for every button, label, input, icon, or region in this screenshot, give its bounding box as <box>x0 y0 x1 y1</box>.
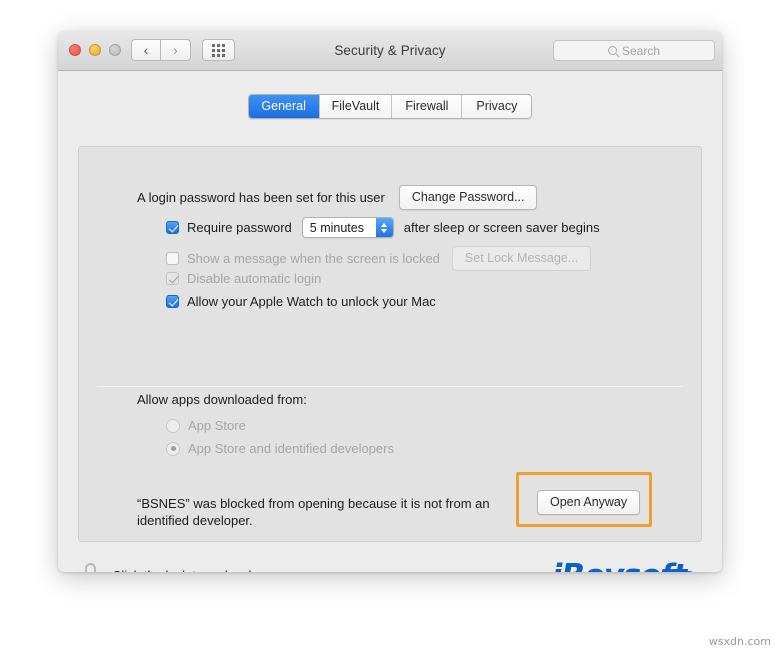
app-store-label: App Store <box>188 418 246 433</box>
disable-auto-login-row: Disable automatic login <box>166 271 321 286</box>
gatekeeper-option-identified-developers[interactable]: App Store and identified developers <box>166 441 394 456</box>
padlock-closed-icon[interactable] <box>80 563 100 572</box>
require-password-row: Require password 5 minutes after sleep o… <box>166 217 600 238</box>
open-anyway-button[interactable]: Open Anyway <box>537 490 641 515</box>
tab-privacy[interactable]: Privacy <box>461 95 532 118</box>
require-password-label: Require password <box>187 220 292 235</box>
show-lock-message-checkbox[interactable] <box>166 252 179 265</box>
login-password-label: A login password has been set for this u… <box>137 190 385 205</box>
app-store-radio[interactable] <box>166 418 180 433</box>
watermark: wsxdn.com <box>708 635 771 648</box>
section-divider <box>97 386 683 387</box>
require-password-delay-select[interactable]: 5 minutes <box>301 217 394 238</box>
window-body: General FileVault Firewall Privacy A log… <box>58 71 722 572</box>
search-icon <box>607 46 617 55</box>
require-password-suffix-label: after sleep or screen saver begins <box>403 220 600 235</box>
show-lock-message-label: Show a message when the screen is locked <box>187 251 440 266</box>
set-lock-message-button[interactable]: Set Lock Message... <box>451 246 592 271</box>
apple-watch-unlock-row: Allow your Apple Watch to unlock your Ma… <box>166 294 436 309</box>
general-settings-panel: A login password has been set for this u… <box>78 146 702 542</box>
disable-auto-login-label: Disable automatic login <box>187 271 322 286</box>
require-password-delay-value: 5 minutes <box>309 220 364 235</box>
tab-general[interactable]: General <box>248 95 319 118</box>
tab-bar: General FileVault Firewall Privacy <box>58 94 722 119</box>
identified-developers-label: App Store and identified developers <box>188 441 394 456</box>
require-password-checkbox[interactable] <box>166 221 179 234</box>
iboysoft-logo-text: iBoysoft <box>552 558 687 572</box>
window-titlebar: ‹ › Security & Privacy Search <box>58 31 722 71</box>
blocked-app-message: “BSNES” was blocked from opening because… <box>137 496 490 528</box>
gatekeeper-option-app-store[interactable]: App Store <box>166 418 246 433</box>
lock-control[interactable]: Click the lock to make changes. <box>80 563 295 572</box>
identified-developers-radio[interactable] <box>166 441 180 456</box>
open-anyway-highlight: Open Anyway <box>516 472 652 527</box>
login-password-row: A login password has been set for this u… <box>137 185 538 210</box>
chevron-updown-icon <box>375 218 393 237</box>
security-privacy-window: ‹ › Security & Privacy Search General Fi… <box>58 31 722 572</box>
apple-watch-unlock-label: Allow your Apple Watch to unlock your Ma… <box>187 294 436 309</box>
show-lock-message-row: Show a message when the screen is locked… <box>166 246 592 271</box>
change-password-button[interactable]: Change Password... <box>398 185 538 210</box>
search-placeholder: Search <box>621 43 661 58</box>
apple-watch-unlock-checkbox[interactable] <box>166 295 179 308</box>
iboysoft-logo: iBoysoft ? <box>552 558 698 572</box>
tab-firewall[interactable]: Firewall <box>391 95 462 118</box>
tab-filevault[interactable]: FileVault <box>318 95 392 118</box>
disable-auto-login-checkbox[interactable] <box>166 272 179 285</box>
lock-hint-text: Click the lock to make changes. <box>112 568 295 573</box>
gatekeeper-heading-row: Allow apps downloaded from: <box>137 392 307 407</box>
gatekeeper-heading: Allow apps downloaded from: <box>137 392 307 407</box>
search-field[interactable]: Search <box>553 40 715 61</box>
